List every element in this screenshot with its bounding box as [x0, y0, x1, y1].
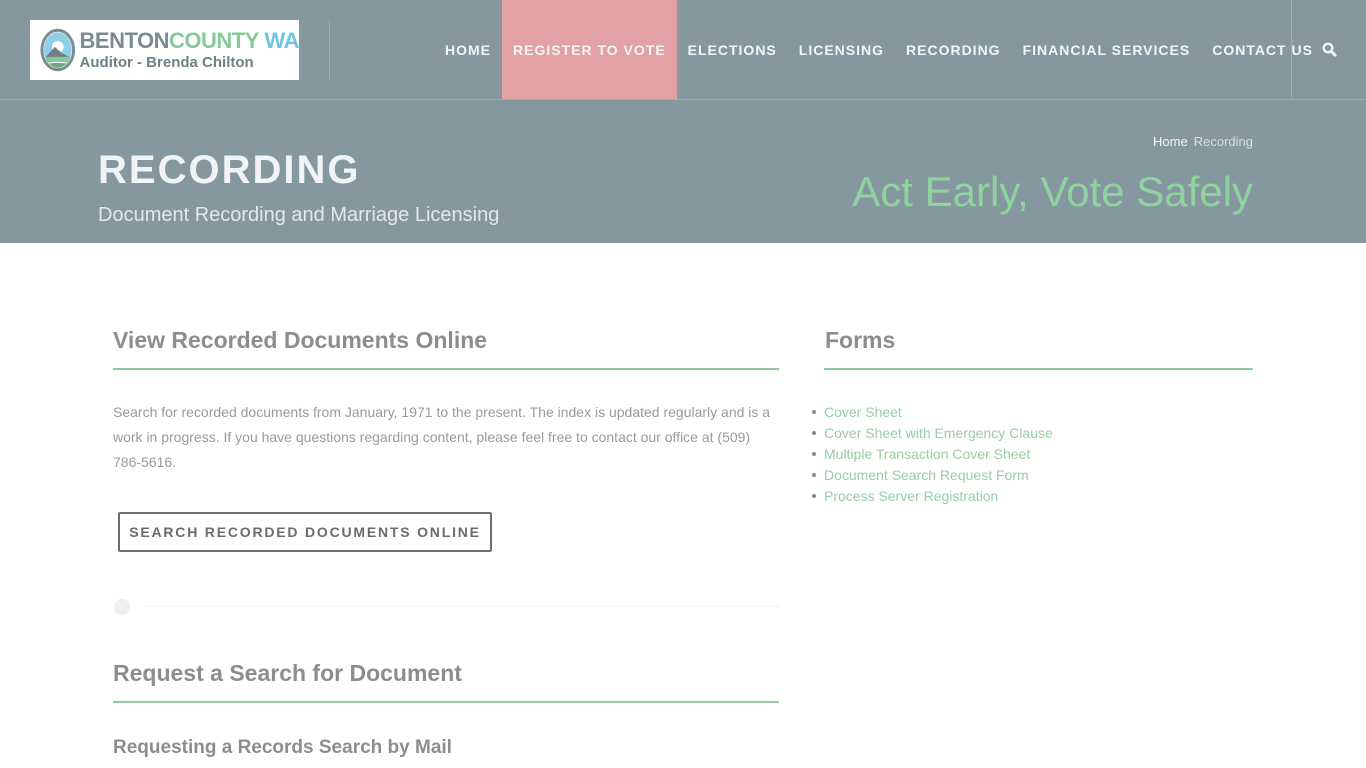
logo-county: COUNTY [169, 28, 259, 53]
section-divider [824, 368, 1253, 370]
records-search-by-mail-heading: Requesting a Records Search by Mail [113, 737, 452, 758]
request-search-heading: Request a Search for Document [113, 660, 462, 686]
bullet-icon [812, 409, 816, 414]
search-recorded-documents-button[interactable]: SEARCH RECORDED DOCUMENTS ONLINE [118, 512, 492, 552]
form-link-cover-sheet[interactable]: Cover Sheet [824, 404, 902, 420]
nav-licensing[interactable]: LICENSING [788, 0, 895, 99]
form-link-process-server-registration[interactable]: Process Server Registration [824, 488, 998, 504]
list-item: Process Server Registration [806, 485, 1053, 506]
page-title: RECORDING [98, 148, 361, 192]
list-item: Multiple Transaction Cover Sheet [806, 443, 1053, 464]
separator-dot [114, 599, 130, 615]
list-item: Document Search Request Form [806, 464, 1053, 485]
nav-financial-services[interactable]: FINANCIAL SERVICES [1012, 0, 1202, 99]
list-item: Cover Sheet with Emergency Clause [806, 422, 1053, 443]
page-banner: RECORDING Document Recording and Marriag… [0, 100, 1366, 243]
page-subtitle: Document Recording and Marriage Licensin… [98, 204, 500, 226]
bullet-icon [812, 430, 816, 435]
breadcrumb: Home Recording [1153, 134, 1253, 149]
logo-title: BENTONCOUNTY WA [79, 28, 300, 53]
logo-text: BENTONCOUNTY WA Auditor - Brenda Chilton [79, 28, 300, 71]
breadcrumb-current: Recording [1193, 134, 1253, 149]
main-nav: HOME REGISTER TO VOTE ELECTIONS LICENSIN… [434, 0, 1324, 99]
search-icon [1321, 42, 1337, 57]
nav-recording[interactable]: RECORDING [895, 0, 1012, 99]
bullet-icon [812, 472, 816, 477]
nav-elections[interactable]: ELECTIONS [677, 0, 788, 99]
section-divider [113, 701, 779, 703]
view-documents-heading: View Recorded Documents Online [113, 327, 488, 353]
form-link-cover-sheet-emergency[interactable]: Cover Sheet with Emergency Clause [824, 425, 1053, 441]
form-link-document-search-request[interactable]: Document Search Request Form [824, 467, 1029, 483]
county-emblem-icon [40, 28, 76, 72]
slogan: Act Early, Vote Safely [852, 168, 1253, 215]
site-header: BENTONCOUNTY WA Auditor - Brenda Chilton… [0, 0, 1366, 100]
bullet-icon [812, 493, 816, 498]
logo-wa: WA [264, 28, 300, 53]
logo-benton: BENTON [79, 28, 170, 53]
list-item: Cover Sheet [806, 401, 1053, 422]
bullet-icon [812, 451, 816, 456]
section-divider [113, 368, 779, 370]
header-divider [329, 20, 330, 80]
forms-heading: Forms [825, 327, 896, 353]
view-documents-description: Search for recorded documents from Janua… [113, 404, 771, 470]
form-link-multiple-transaction[interactable]: Multiple Transaction Cover Sheet [824, 446, 1030, 462]
breadcrumb-home[interactable]: Home [1153, 134, 1188, 149]
logo-subtitle: Auditor - Brenda Chilton [79, 54, 254, 71]
site-logo[interactable]: BENTONCOUNTY WA Auditor - Brenda Chilton [30, 20, 300, 80]
nav-register-to-vote[interactable]: REGISTER TO VOTE [502, 0, 677, 99]
forms-list: Cover Sheet Cover Sheet with Emergency C… [806, 401, 1053, 506]
separator-line [144, 606, 779, 607]
search-button[interactable] [1292, 0, 1366, 99]
nav-home[interactable]: HOME [434, 0, 502, 99]
